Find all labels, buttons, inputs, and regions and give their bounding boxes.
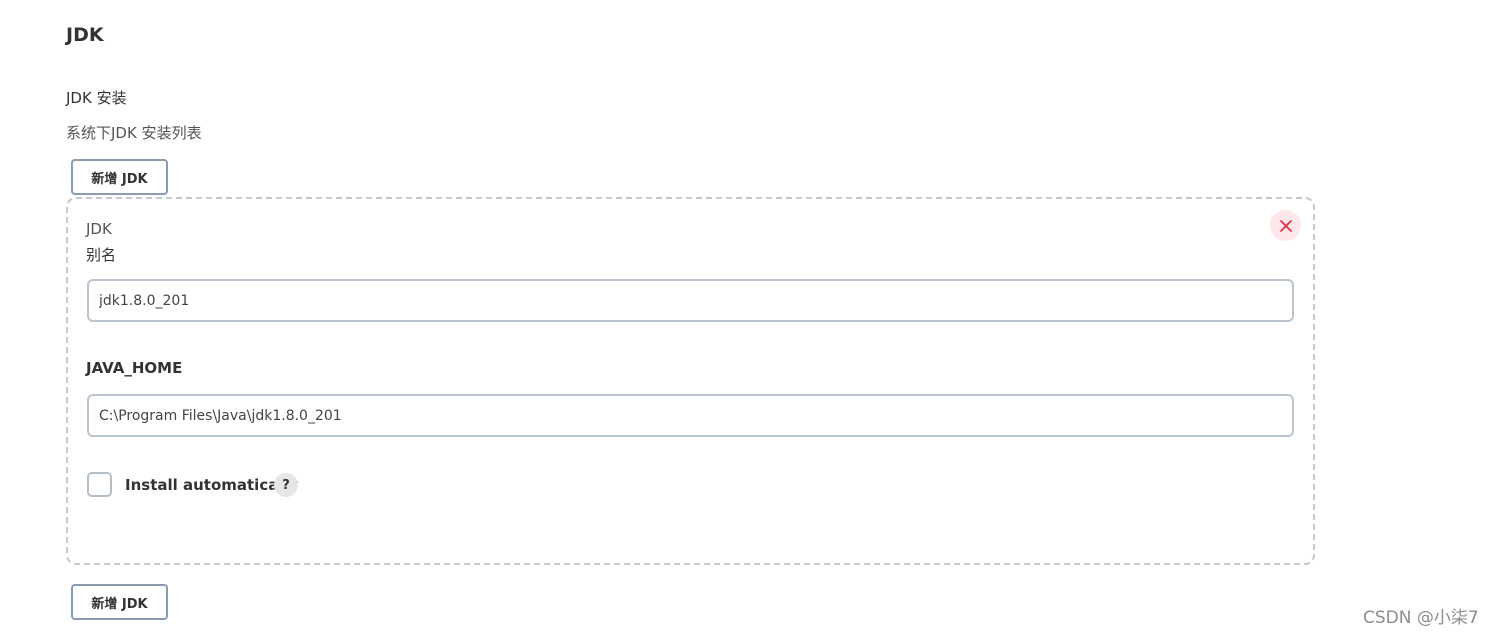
delete-jdk-button[interactable] xyxy=(1270,210,1301,241)
add-jdk-button-top[interactable]: 新增 JDK xyxy=(71,159,168,195)
watermark: CSDN @小柒7 xyxy=(1363,608,1479,628)
section-title: JDK xyxy=(66,24,104,46)
alias-input[interactable] xyxy=(87,279,1294,322)
add-jdk-button-bottom[interactable]: 新增 JDK xyxy=(71,584,168,620)
alias-label: 别名 xyxy=(86,246,117,264)
close-icon xyxy=(1279,219,1292,232)
jdk-install-description: 系统下JDK 安装列表 xyxy=(66,124,202,142)
jdk-entry-card xyxy=(66,197,1315,565)
jdk-install-label: JDK 安装 xyxy=(66,89,127,107)
install-automatically-label[interactable]: Install automatically xyxy=(125,476,298,494)
jdk-entry-heading: JDK xyxy=(86,220,112,238)
install-automatically-checkbox[interactable] xyxy=(87,472,112,497)
java-home-input[interactable] xyxy=(87,394,1294,437)
java-home-label: JAVA_HOME xyxy=(86,359,183,377)
help-icon[interactable]: ? xyxy=(274,473,298,497)
